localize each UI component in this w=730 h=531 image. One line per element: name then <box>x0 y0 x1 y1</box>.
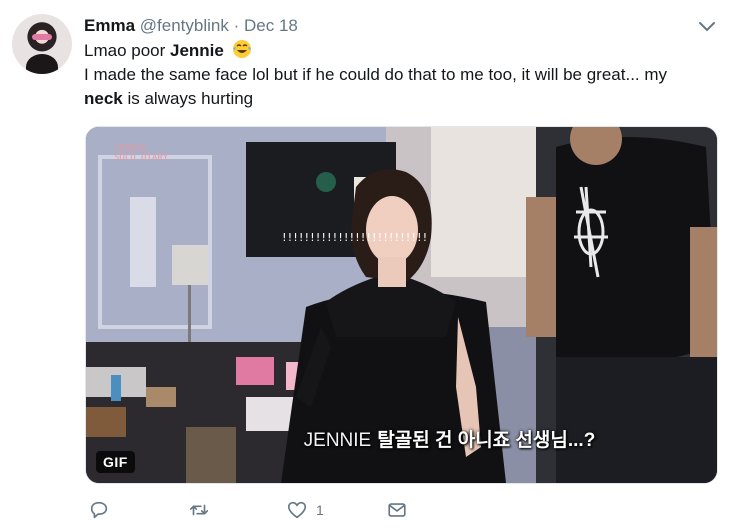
tweet-line-3-rest: is always hurting <box>122 89 254 108</box>
chevron-down-icon[interactable] <box>698 20 716 34</box>
tweet-line-3-bold: neck <box>84 89 123 108</box>
tweet-line-3: neck is always hurting <box>84 87 704 111</box>
tweet-line-1-bold: Jennie <box>170 41 224 60</box>
like-count: 1 <box>316 502 324 518</box>
avatar-glasses <box>32 34 52 40</box>
author-handle[interactable]: @fentyblink <box>140 16 229 35</box>
tweet-date[interactable]: Dec 18 <box>244 16 298 35</box>
reply-icon <box>90 501 108 519</box>
watermark-line-2: SOLO DIARY <box>114 153 169 163</box>
gif-media[interactable]: JENNIE SOLO DIARY !!!!!!!!!!!!!!!!!!!!!!… <box>85 126 718 484</box>
envelope-icon <box>388 503 406 517</box>
tweet-line-1-prefix: Lmao poor <box>84 41 170 60</box>
avatar[interactable] <box>12 14 72 74</box>
gif-badge: GIF <box>96 451 135 473</box>
video-watermark: JENNIE SOLO DIARY <box>114 145 168 163</box>
tweet-text: Lmao poor Jennie I made the same face lo… <box>84 39 704 111</box>
separator-dot: · <box>233 16 240 35</box>
tweet-line-1: Lmao poor Jennie <box>84 39 704 63</box>
like-button[interactable]: 1 <box>286 499 324 521</box>
tears-of-joy-emoji-icon <box>232 40 251 58</box>
tweet-actions: 1 <box>88 499 428 523</box>
reply-button[interactable] <box>88 499 118 521</box>
tweet-line-2: I made the same face lol but if he could… <box>84 65 668 84</box>
subtitle-text: 탈골된 건 아니죠 선생님...? <box>377 430 596 451</box>
heart-icon <box>287 501 307 519</box>
retweet-icon <box>189 504 209 516</box>
tv-screen-text: !!!!!!!!!!!!!!!!!!!!!!!!!! <box>281 231 428 244</box>
author-name[interactable]: Emma <box>84 16 135 35</box>
tweet-header: Emma @fentyblink · Dec 18 <box>84 16 298 36</box>
retweet-button[interactable] <box>188 499 218 521</box>
subtitle-speaker: JENNIE <box>303 430 372 451</box>
dm-button[interactable] <box>386 499 408 521</box>
video-subtitle: JENNIE 탈골된 건 아니죠 선생님...? <box>86 425 717 452</box>
